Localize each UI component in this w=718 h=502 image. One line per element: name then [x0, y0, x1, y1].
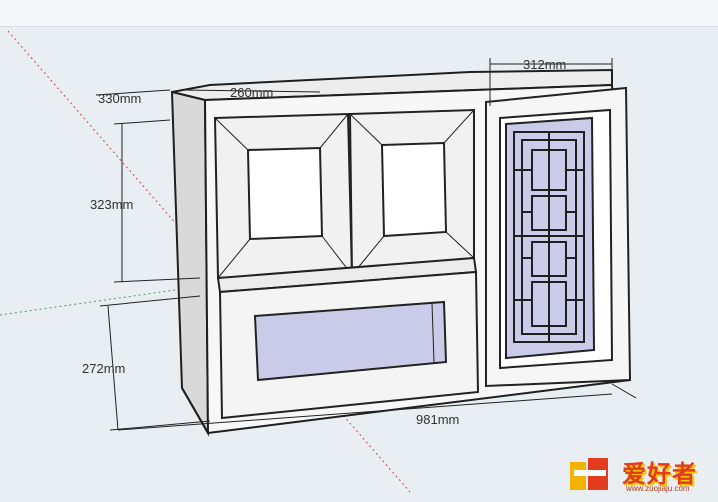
watermark-logo: 爱好者 www.zuojiaju.com — [564, 450, 712, 498]
dimension-upper-height: 323mm — [90, 197, 133, 212]
dimension-lower-height: 272mm — [82, 361, 125, 376]
dimension-depth: 330mm — [98, 91, 141, 106]
watermark-url: www.zuojiaju.com — [626, 484, 690, 493]
cabinet-side[interactable] — [170, 90, 210, 437]
carpenter-logo-icon — [570, 458, 608, 490]
model-canvas: 312mm 330mm 260mm 323mm 272mm 981mm — [0, 30, 637, 493]
dimension-top-width: 312mm — [523, 57, 566, 72]
dimension-total-width: 981mm — [416, 412, 459, 427]
dimension-top-depth-overlap: 260mm — [230, 85, 273, 100]
